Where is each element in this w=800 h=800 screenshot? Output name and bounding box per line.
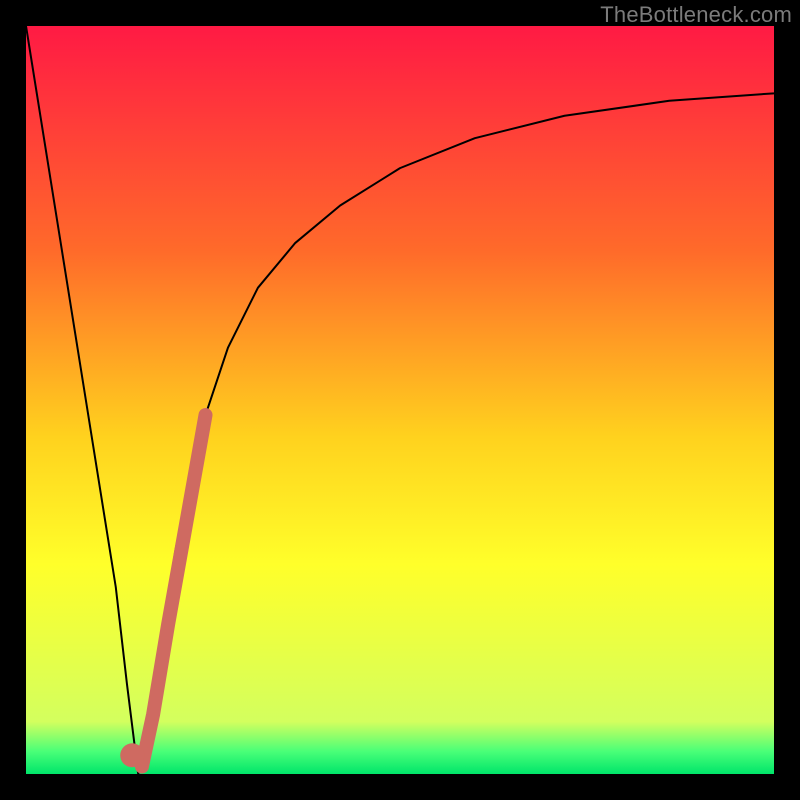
- watermark-text: TheBottleneck.com: [600, 2, 792, 28]
- chart-svg: [26, 26, 774, 774]
- chart-plot-area: [26, 26, 774, 774]
- chart-background: [26, 26, 774, 774]
- highlight-dot: [120, 743, 144, 767]
- chart-frame: TheBottleneck.com: [0, 0, 800, 800]
